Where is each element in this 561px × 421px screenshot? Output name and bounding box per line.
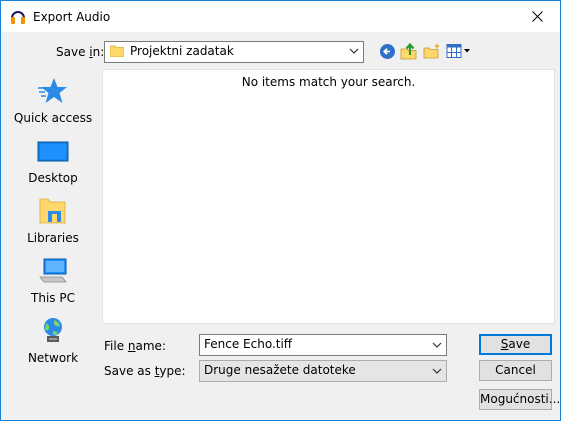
libraries-icon (39, 198, 66, 224)
audacity-headphones-icon (11, 11, 25, 24)
title-bar: Export Audio (1, 1, 560, 32)
place-quick-access[interactable]: Quick access (9, 73, 97, 129)
back-icon (379, 43, 395, 59)
file-name-value[interactable]: Fence Echo.tiff (204, 337, 292, 351)
close-icon (531, 11, 543, 22)
view-menu-icon (446, 44, 470, 58)
place-desktop[interactable]: Desktop (9, 133, 97, 189)
place-label: Libraries (27, 231, 79, 245)
file-list[interactable]: No items match your search. (102, 69, 555, 324)
places-bar: Quick access Desktop Libraries This PC N… (9, 69, 97, 413)
chevron-down-icon (432, 368, 442, 374)
options-button[interactable]: Mogućnosti... (479, 389, 560, 410)
chevron-down-icon[interactable] (432, 341, 442, 349)
view-menu-button[interactable] (445, 41, 473, 61)
desktop-icon (37, 141, 69, 162)
save-as-type-select[interactable]: Druge nesažete datoteke (199, 360, 447, 382)
file-name-field[interactable]: Fence Echo.tiff (199, 334, 447, 356)
cancel-button[interactable]: Cancel (479, 360, 552, 381)
folder-icon (110, 45, 124, 57)
up-folder-icon (400, 42, 417, 60)
place-this-pc[interactable]: This PC (9, 253, 97, 309)
save-as-type-value: Druge nesažete datoteke (204, 363, 356, 377)
place-label: Network (27, 351, 79, 365)
place-network[interactable]: Network (9, 313, 97, 369)
computer-icon (39, 258, 67, 283)
place-label: Quick access (13, 111, 93, 125)
up-folder-button[interactable] (399, 41, 419, 61)
place-label: Desktop (28, 171, 78, 185)
back-button[interactable] (377, 41, 397, 61)
star-icon (38, 78, 67, 103)
network-icon (44, 318, 62, 342)
place-label: This PC (31, 291, 75, 305)
save-button[interactable]: Save (479, 334, 552, 355)
save-in-combo[interactable]: Projektni zadatak (104, 41, 364, 63)
export-audio-dialog: Export Audio Save in: Projektni zadatak (0, 0, 561, 421)
new-folder-icon (423, 43, 440, 59)
save-in-value: Projektni zadatak (130, 44, 234, 58)
save-in-label: Save in: (56, 45, 105, 59)
window-title: Export Audio (33, 10, 111, 24)
close-button[interactable] (514, 1, 560, 32)
chevron-down-icon (349, 48, 359, 54)
save-as-type-label: Save as type: (104, 364, 186, 378)
place-libraries[interactable]: Libraries (9, 193, 97, 249)
empty-message: No items match your search. (241, 75, 416, 89)
file-name-label: File name: (104, 339, 166, 353)
new-folder-button[interactable] (422, 41, 442, 61)
